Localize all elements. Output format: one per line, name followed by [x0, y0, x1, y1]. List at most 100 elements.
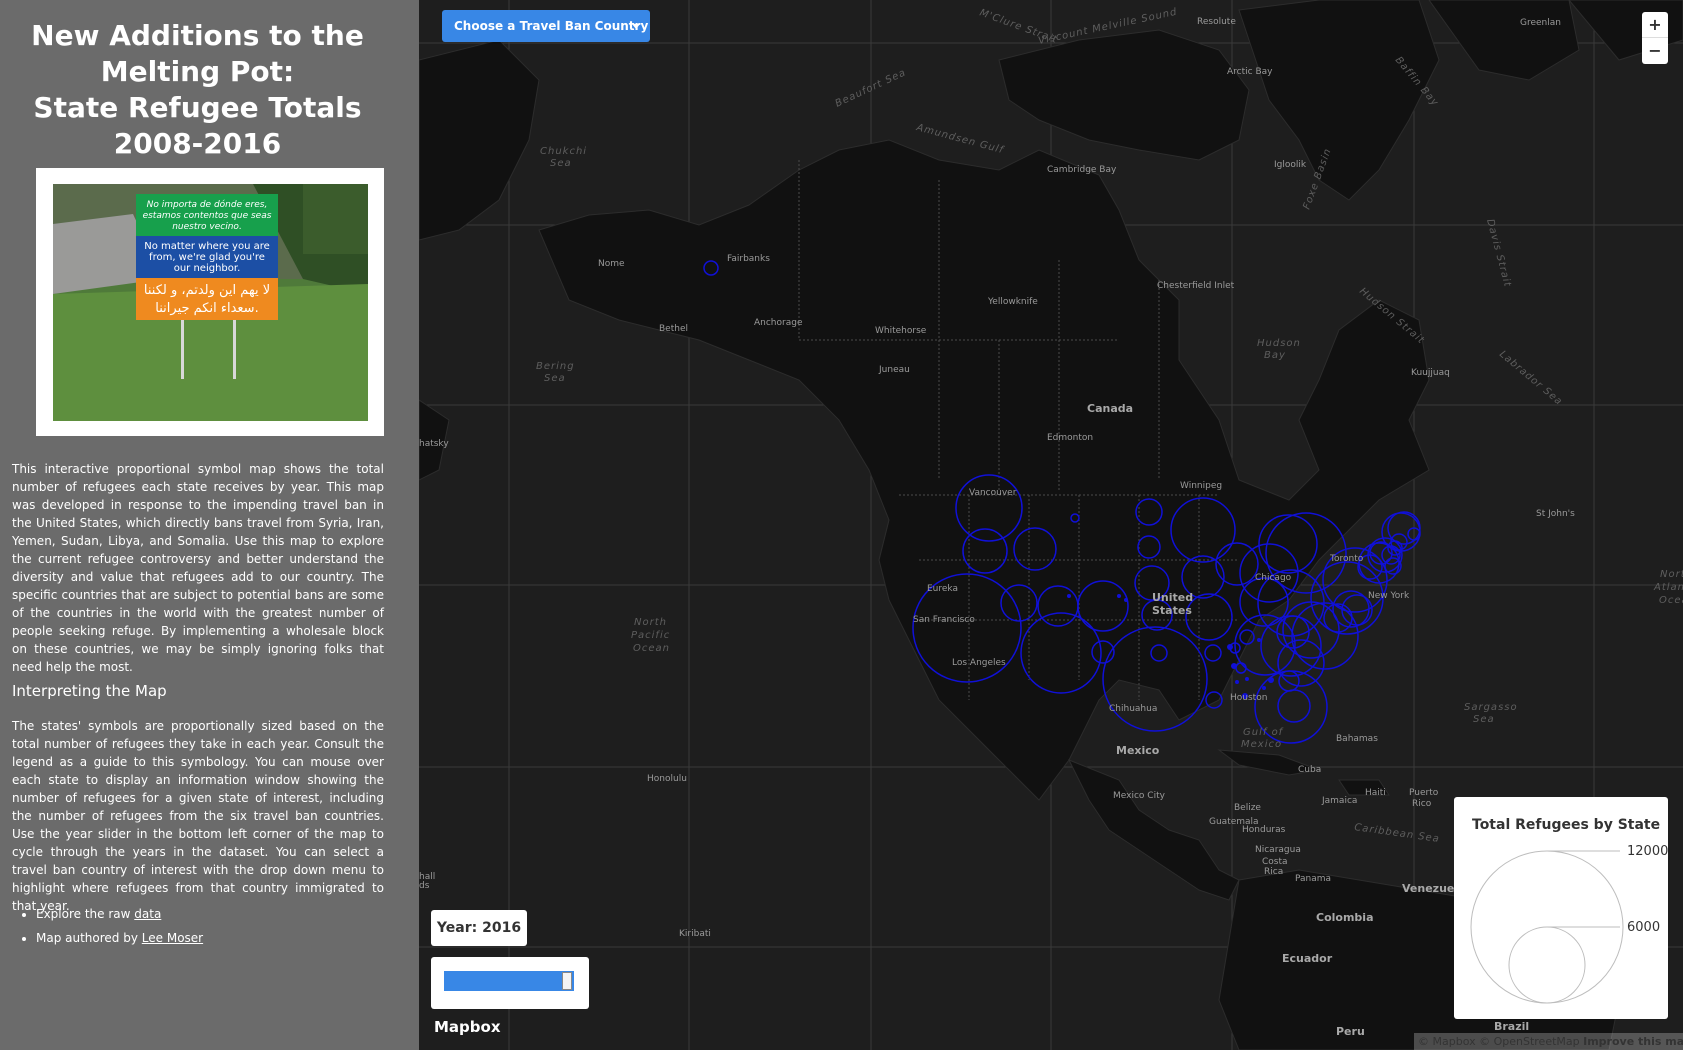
author-link[interactable]: Lee Moser — [142, 931, 203, 945]
map-label: Bethel — [659, 324, 688, 334]
mapbox-attribution-link[interactable]: © Mapbox — [1418, 1035, 1476, 1048]
map-label: Greenlan — [1520, 18, 1561, 28]
map-label: Cambridge Bay — [1047, 165, 1117, 175]
map-label: Puerto — [1409, 788, 1439, 798]
travel-ban-country-dropdown[interactable]: Choose a Travel Ban Country — [442, 10, 650, 42]
data-link[interactable]: data — [134, 907, 161, 921]
map-label: hatsky — [419, 439, 449, 449]
map-label: Cuba — [1298, 765, 1321, 775]
map-label: Chihuahua — [1109, 704, 1157, 714]
map-label: Brazil — [1494, 1020, 1529, 1033]
map-label: Los Angeles — [952, 658, 1006, 668]
title-line: Melting Pot: — [100, 55, 295, 88]
map-label: Jamaica — [1321, 796, 1357, 806]
map-label: Peru — [1336, 1025, 1365, 1038]
map-label: Gulf of — [1243, 727, 1284, 738]
state-symbol-wv[interactable] — [1323, 603, 1353, 633]
map-label: Colombia — [1316, 911, 1374, 924]
map-label: Eureka — [927, 584, 958, 594]
legend-circle-mid — [1508, 926, 1586, 1004]
mapbox-logo[interactable]: Mapbox — [434, 1018, 501, 1036]
map-label: Kiribati — [679, 929, 711, 939]
zoom-out-button[interactable]: − — [1642, 38, 1668, 64]
map-label: St John's — [1536, 509, 1575, 519]
state-symbol-sc[interactable] — [1278, 670, 1300, 692]
intro-text: This interactive proportional symbol map… — [12, 462, 384, 674]
state-symbol-ga[interactable] — [1277, 639, 1325, 687]
map-label: Sea — [1473, 714, 1495, 725]
osm-attribution-link[interactable]: © OpenStreetMap — [1479, 1035, 1580, 1048]
map-label: Chukchi — [540, 146, 587, 157]
title-line: 2008-2016 — [113, 127, 282, 160]
map-label: Sargasso — [1464, 702, 1518, 713]
sign-text: our neighbor. — [174, 263, 241, 274]
sign-text: No matter where you are — [144, 241, 270, 252]
map-label: Ocean — [1659, 595, 1683, 606]
map-label: Canada — [1087, 402, 1133, 415]
dropdown-label: Choose a Travel Ban Country — [454, 19, 649, 33]
legend-mid-value: 6000 — [1627, 920, 1660, 935]
map-label: North — [1660, 569, 1683, 580]
map-label: Honolulu — [647, 774, 687, 784]
list-item: Map authored by Lee Moser — [36, 926, 384, 950]
map-label: Sea — [550, 158, 572, 169]
map-label: Sea — [544, 373, 566, 384]
map-label: Belize — [1234, 803, 1261, 813]
improve-map-link[interactable]: Improve this map — [1583, 1035, 1683, 1048]
map-label: Davis Strait — [1484, 218, 1513, 289]
map-label: Houston — [1230, 693, 1267, 703]
map-label: Honduras — [1242, 825, 1286, 835]
sign-text: nuestro vecino. — [172, 222, 242, 232]
page-title: New Additions to the Melting Pot: State … — [14, 18, 381, 162]
map-label: Anchorage — [754, 318, 803, 328]
link-prefix: Explore the raw — [36, 907, 135, 921]
map-label: San Francisco — [913, 615, 975, 625]
map-label: Atlant — [1653, 582, 1683, 593]
state-symbol-al[interactable] — [1235, 662, 1247, 674]
map-label: ds — [419, 881, 430, 891]
year-slider-handle[interactable] — [562, 972, 572, 990]
map-label: Chicago — [1255, 573, 1292, 583]
map-label: Winnipeg — [1180, 481, 1222, 491]
map-label: Fairbanks — [727, 254, 770, 264]
map-label: Bahamas — [1336, 734, 1378, 744]
zoom-in-button[interactable]: + — [1642, 12, 1668, 38]
map-label: Hudson — [1257, 338, 1301, 349]
map-label: Mexico — [1241, 739, 1282, 750]
sign-text: سعداء انكم جيراننا. — [155, 301, 258, 316]
map-label: Nome — [598, 259, 625, 269]
map-label: Ocean — [633, 643, 670, 654]
neighbor-sign-photo: No importa de dónde eres, estamos conten… — [53, 184, 368, 421]
map-label: Whitehorse — [875, 326, 927, 336]
map-label: Bering — [536, 361, 575, 372]
map-label: Pacific — [631, 630, 670, 641]
year-slider-container — [431, 957, 589, 1009]
legend-max-value: 12000 — [1627, 844, 1668, 859]
state-symbol-fl-w[interactable] — [1277, 689, 1311, 723]
map-label: Haiti — [1365, 788, 1386, 798]
map-label: Labrador Sea — [1497, 349, 1564, 408]
map-label: Costa — [1262, 857, 1288, 867]
map-label: Vancouver — [969, 488, 1017, 498]
map-label: Juneau — [878, 365, 910, 375]
interpreting-text: The states' symbols are proportionally s… — [12, 719, 384, 913]
photo-frame: No importa de dónde eres, estamos conten… — [36, 168, 384, 436]
map-label: Panama — [1295, 874, 1331, 884]
map-label: Resolute — [1197, 17, 1236, 27]
map-label: Edmonton — [1047, 433, 1093, 443]
map-label: Kuujjuaq — [1411, 368, 1450, 378]
map[interactable]: Greenlan Resolute Arctic Bay Baffin Bay … — [419, 0, 1683, 1050]
map-label: Mexico — [1116, 744, 1160, 757]
year-label: Year: 2016 — [431, 910, 527, 946]
zoom-control: + − — [1642, 12, 1668, 64]
map-label: Rico — [1412, 799, 1432, 809]
legend: Total Refugees by State 12000 6000 — [1454, 797, 1668, 1019]
title-line: New Additions to the — [31, 19, 364, 52]
map-label: Yellowknife — [987, 297, 1038, 307]
links-list: Explore the raw data Map authored by Lee… — [12, 902, 384, 950]
year-slider-track[interactable] — [444, 971, 574, 991]
map-label: Caribbean Sea — [1354, 822, 1441, 845]
legend-graphic: 12000 6000 — [1470, 844, 1668, 1004]
interpreting-heading: Interpreting the Map — [12, 682, 167, 700]
map-label: United — [1152, 591, 1193, 604]
